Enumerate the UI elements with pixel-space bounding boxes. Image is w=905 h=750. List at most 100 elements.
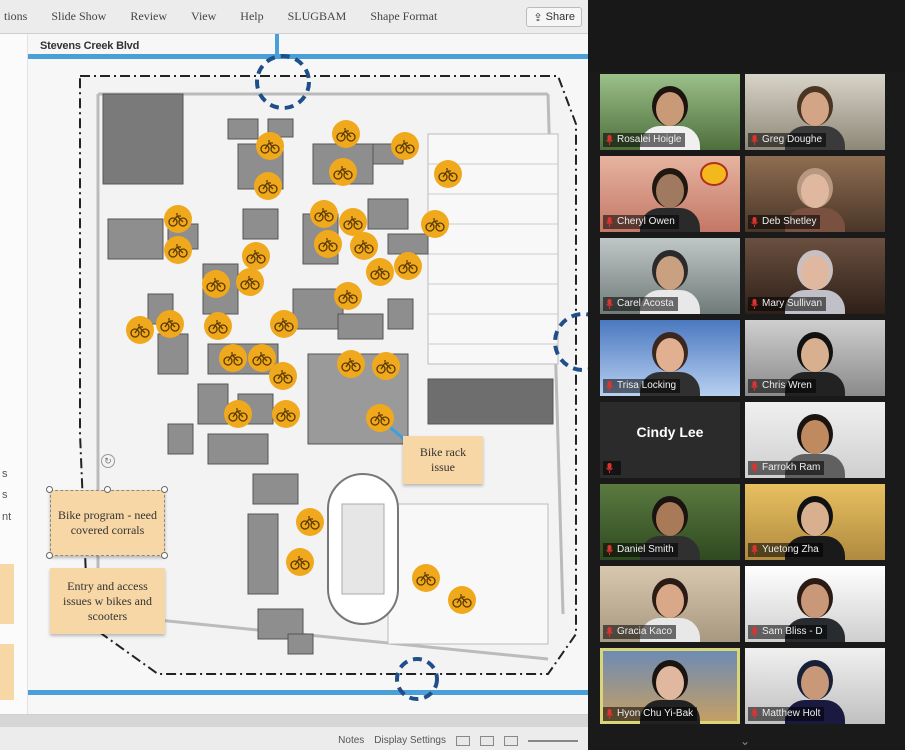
mic-muted-icon [606,463,613,473]
bike-marker-icon [421,210,449,238]
share-label: Share [545,11,575,23]
share-button[interactable]: ⇪ Share [526,7,582,27]
participant-video-face [656,256,684,290]
participant-tile[interactable]: Trisa Locking [600,320,740,396]
participant-name: Deb Shetley [748,215,821,229]
note-entry-access[interactable]: Entry and access issues w bikes and scoo… [50,568,165,634]
bike-marker-icon [164,205,192,233]
participant-name: Cheryl Owen [603,215,679,229]
participant-video-face [656,666,684,700]
bike-marker-icon [337,350,365,378]
participant-tile[interactable]: Cindy Lee [600,402,740,478]
selection-box [50,490,165,556]
resize-handle[interactable] [161,486,168,493]
participant-name-text: Daniel Smith [617,544,674,555]
bike-marker-icon [219,344,247,372]
participant-name-text: Yuetong Zha [762,544,819,555]
participant-tile[interactable]: Carel Acosta [600,238,740,314]
participant-tile[interactable]: Sam Bliss - D [745,566,885,642]
note-bike-rack[interactable]: Bike rack issue [403,436,483,484]
participant-tile[interactable]: Gracia Kaco [600,566,740,642]
resize-handle[interactable] [46,486,53,493]
participant-name-text: Matthew Holt [762,708,821,719]
participant-video-face [801,502,829,536]
bike-marker-icon [224,400,252,428]
menu-item-slide-show[interactable]: Slide Show [51,9,106,24]
gallery-header [588,0,905,72]
bike-marker-icon [372,352,400,380]
mic-muted-icon [751,463,758,473]
participant-video-face [656,502,684,536]
normal-view-icon[interactable] [456,735,470,746]
bike-marker-icon [314,230,342,258]
participant-tile[interactable]: Greg Doughe [745,74,885,150]
participant-tile[interactable]: Cheryl Owen [600,156,740,232]
participant-tile[interactable]: Matthew Holt [745,648,885,724]
participant-name-large: Cindy Lee [636,424,704,440]
bike-marker-icon [286,548,314,576]
participant-video-face [801,256,829,290]
resize-handle[interactable] [104,486,111,493]
participant-tile[interactable]: Deb Shetley [745,156,885,232]
participant-video-face [656,92,684,126]
participant-name-text: Greg Doughe [762,134,823,145]
mic-muted-icon [751,381,758,391]
mic-muted-icon [606,381,613,391]
menu-item-help[interactable]: Help [240,9,263,24]
participant-name-text: Gracia Kaco [617,626,673,637]
participant-name: Mary Sullivan [748,297,827,311]
bike-marker-icon [350,232,378,260]
bike-marker-icon [236,268,264,296]
participant-tile[interactable]: Hyon Chu Yi-Bak [600,648,740,724]
menu-item-view[interactable]: View [191,9,216,24]
zoom-slider[interactable] [528,739,578,742]
participant-name-text: Sam Bliss - D [762,626,823,637]
bike-marker-icon [156,310,184,338]
bike-marker-icon [332,120,360,148]
reading-view-icon[interactable] [504,735,518,746]
horizontal-scrollbar[interactable] [0,715,588,727]
resize-handle[interactable] [46,552,53,559]
participant-video-face [801,174,829,208]
bike-marker-icon [202,270,230,298]
bike-marker-icon [366,404,394,432]
menu-item-shape-format[interactable]: Shape Format [370,9,437,24]
notes-button[interactable]: Notes [338,735,364,746]
margin-text: nt [2,511,12,523]
bike-marker-icon [269,362,297,390]
participant-tile[interactable]: Farrokh Ram [745,402,885,478]
menu-item-slugbam[interactable]: SLUGBAM [288,9,347,24]
participant-video-face [801,584,829,618]
mic-muted-icon [751,545,758,555]
mic-muted-icon [751,135,758,145]
bike-marker-icon [394,252,422,280]
share-icon: ⇪ [533,11,543,24]
mic-muted-icon [606,217,613,227]
participant-name: Gracia Kaco [603,625,677,639]
bike-marker-icon [339,208,367,236]
display-settings-button[interactable]: Display Settings [374,735,446,746]
bike-marker-icon [366,258,394,286]
participant-tile[interactable]: Yuetong Zha [745,484,885,560]
bike-marker-icon [412,564,440,592]
rotate-handle-icon[interactable]: ↻ [101,454,115,468]
participant-tile[interactable]: Chris Wren [745,320,885,396]
participant-name: Matthew Holt [748,707,825,721]
participant-tile[interactable]: Rosalei Hoigle [600,74,740,150]
participant-name [603,461,621,475]
participant-name-text: Chris Wren [762,380,812,391]
menu-item-review[interactable]: Review [130,9,167,24]
bike-marker-icon [242,242,270,270]
mic-muted-icon [751,627,758,637]
menu-item-options[interactable]: tions [4,9,27,24]
slide-sorter-icon[interactable] [480,735,494,746]
resize-handle[interactable] [161,552,168,559]
participant-video-face [801,338,829,372]
participant-name-text: Farrokh Ram [762,462,821,473]
participant-name: Rosalei Hoigle [603,133,686,147]
participant-name-text: Hyon Chu Yi-Bak [617,708,694,719]
participant-tile[interactable]: Daniel Smith [600,484,740,560]
participant-tile[interactable]: Mary Sullivan [745,238,885,314]
chevron-down-icon[interactable]: ⌄ [737,734,753,748]
participant-name: Farrokh Ram [748,461,825,475]
